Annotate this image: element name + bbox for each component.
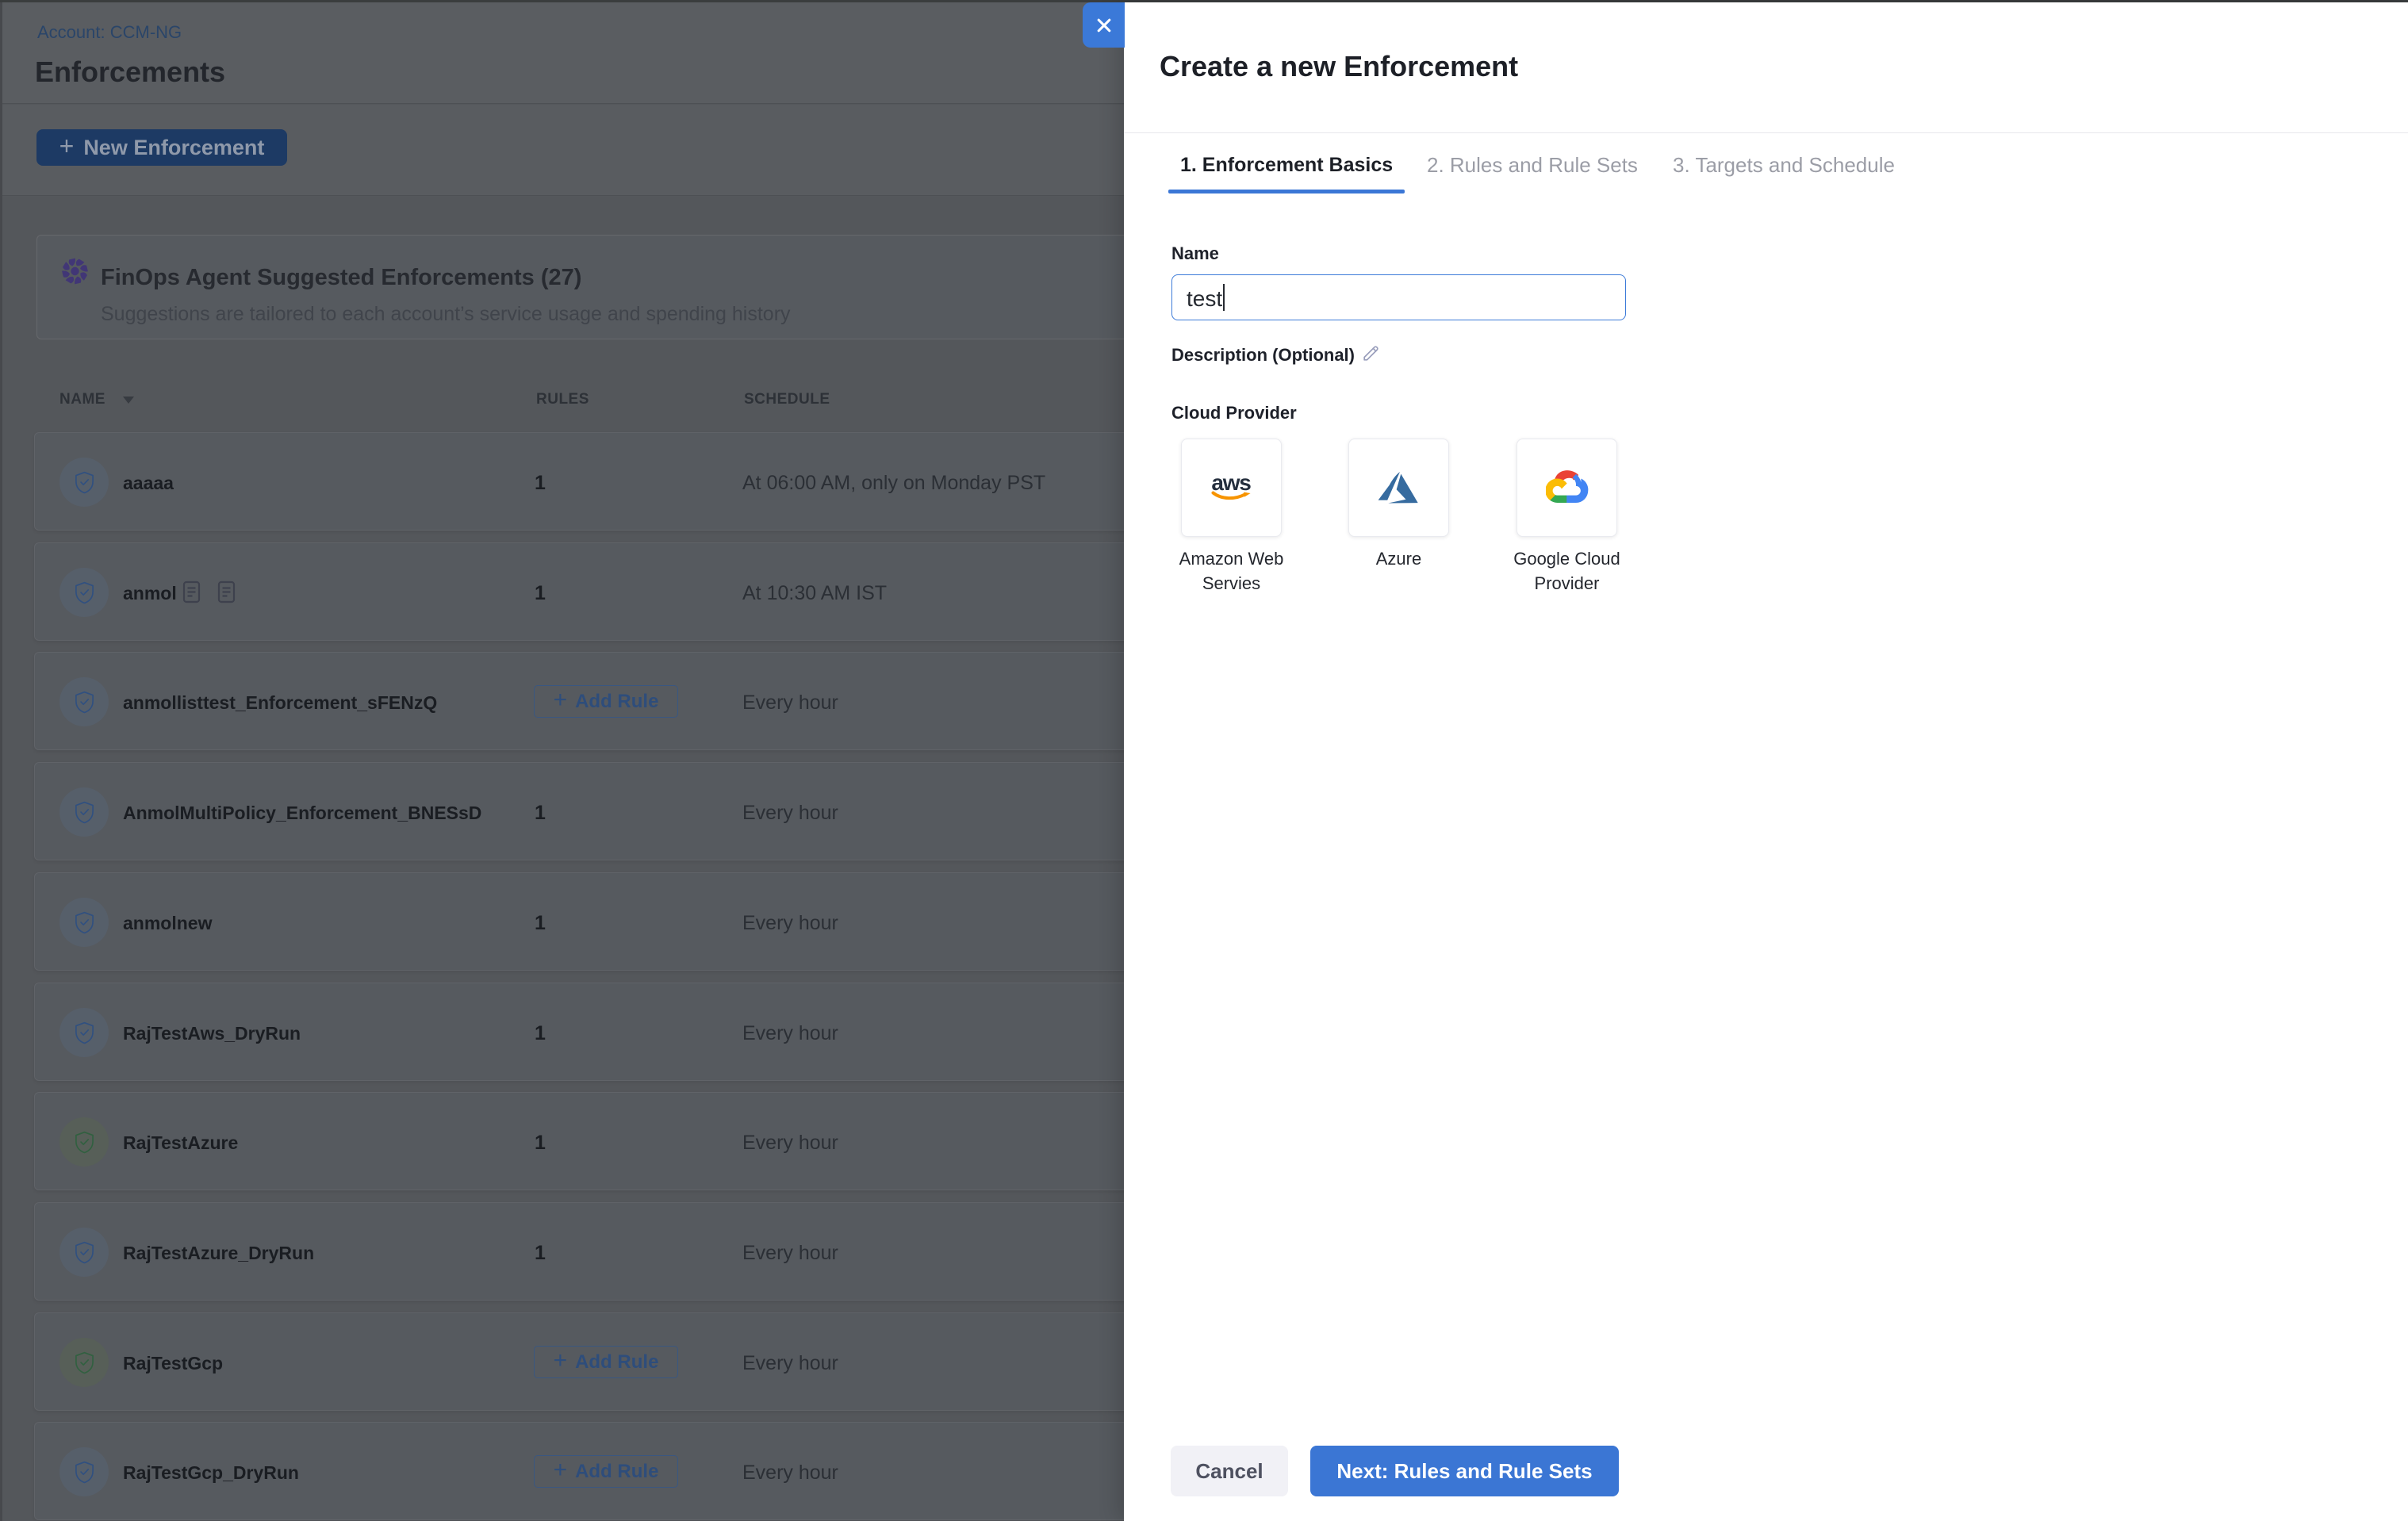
svg-text:aws: aws bbox=[1211, 471, 1251, 495]
